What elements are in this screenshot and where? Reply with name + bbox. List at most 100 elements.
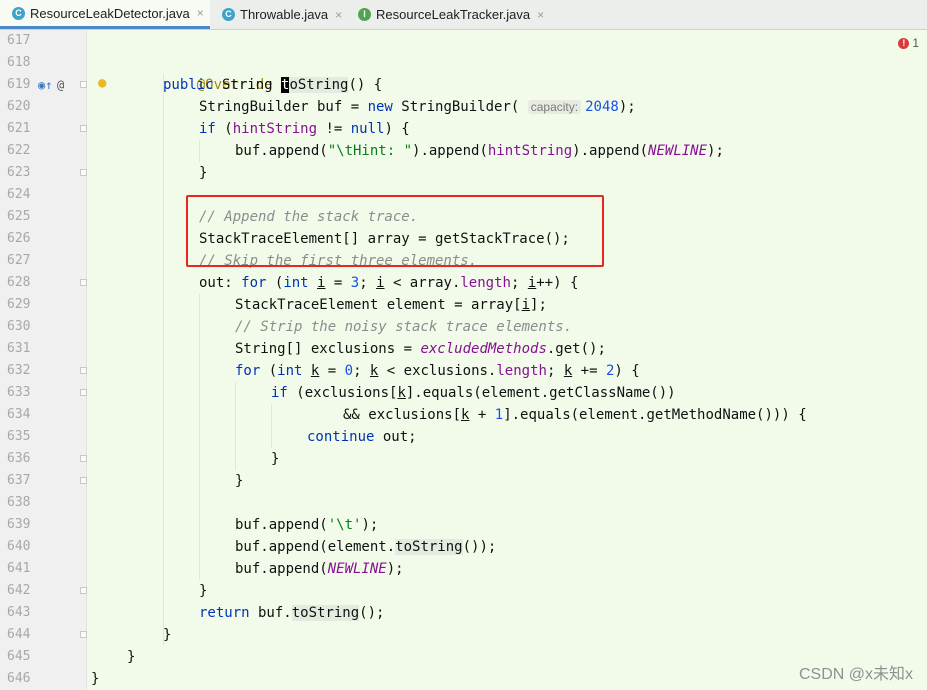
loop-variable: i bbox=[527, 275, 537, 291]
inspection-indicator[interactable]: ! 1 bbox=[898, 36, 919, 50]
method-usage: toString bbox=[291, 605, 360, 621]
code-text: buf.append(element. bbox=[235, 539, 396, 555]
code-text: = bbox=[319, 363, 345, 379]
code-text: } bbox=[91, 671, 100, 687]
line-number: 637 bbox=[7, 473, 31, 488]
fold-marker[interactable] bbox=[80, 477, 87, 484]
line-number: 645 bbox=[7, 649, 31, 664]
line-number: 628 bbox=[7, 275, 31, 290]
line-number: 646 bbox=[7, 671, 31, 686]
code-line-637[interactable]: } bbox=[235, 470, 243, 492]
static-field-ref: excludedMethods bbox=[420, 341, 547, 357]
indent-guide bbox=[235, 382, 236, 470]
code-line-640[interactable]: buf.append(element.toString()); bbox=[235, 536, 496, 558]
keyword: public bbox=[163, 77, 214, 93]
keyword: new bbox=[367, 99, 393, 115]
tab-resource-leak-detector[interactable]: C ResourceLeakDetector.java × bbox=[0, 0, 210, 29]
keyword: int bbox=[277, 363, 303, 379]
class-icon: C bbox=[12, 6, 25, 20]
line-number: 643 bbox=[7, 605, 31, 620]
code-line-641[interactable]: buf.append(NEWLINE); bbox=[235, 558, 404, 580]
code-text: (exclusions[ bbox=[287, 385, 398, 401]
line-number-gutter[interactable]: 617 618 619 620 621 622 623 624 625 626 … bbox=[0, 30, 106, 690]
tab-resource-leak-tracker[interactable]: I ResourceLeakTracker.java × bbox=[346, 0, 546, 29]
code-line-646[interactable]: } bbox=[91, 668, 99, 690]
code-line-622[interactable]: buf.append("\tHint: ").append(hintString… bbox=[235, 140, 724, 162]
fold-marker[interactable] bbox=[80, 587, 87, 594]
line-number: 622 bbox=[7, 143, 31, 158]
code-text: } bbox=[127, 649, 136, 665]
tab-label: ResourceLeakTracker.java bbox=[376, 7, 531, 22]
line-number: 621 bbox=[7, 121, 31, 136]
code-line-630[interactable]: // Strip the noisy stack trace elements. bbox=[235, 316, 572, 338]
code-line-628[interactable]: out: for (int i = 3; i < array.length; i… bbox=[199, 272, 578, 294]
code-line-643[interactable]: return buf.toString(); bbox=[199, 602, 384, 624]
fold-marker[interactable] bbox=[80, 81, 87, 88]
line-number: 625 bbox=[7, 209, 31, 224]
fold-marker[interactable] bbox=[80, 389, 87, 396]
code-text: out; bbox=[374, 429, 417, 445]
code-text: } bbox=[235, 473, 244, 489]
overrides-method-icon[interactable]: ◉↑ bbox=[38, 78, 52, 92]
code-text: ; bbox=[510, 275, 528, 291]
code-text: buf. bbox=[249, 605, 292, 621]
number-literal: 3 bbox=[350, 275, 360, 291]
parameter-hint: capacity: bbox=[527, 100, 582, 114]
keyword: for bbox=[235, 363, 261, 379]
method-name: oString bbox=[289, 77, 349, 93]
fold-marker[interactable] bbox=[80, 125, 87, 132]
code-text: ; bbox=[353, 363, 370, 379]
line-number: 641 bbox=[7, 561, 31, 576]
code-line-636[interactable]: } bbox=[271, 448, 279, 470]
line-number: 619 bbox=[7, 77, 31, 92]
code-text: } bbox=[199, 583, 208, 599]
code-line-635[interactable]: continue out; bbox=[307, 426, 417, 448]
code-line-619[interactable]: public String toString() { bbox=[163, 74, 382, 96]
code-line-634[interactable]: && exclusions[k + 1].equals(element.getM… bbox=[343, 404, 807, 426]
code-line-645[interactable]: } bbox=[127, 646, 135, 668]
code-text: } bbox=[271, 451, 280, 467]
code-text: ); bbox=[361, 517, 379, 533]
close-icon[interactable]: × bbox=[537, 8, 544, 22]
code-line-623[interactable]: } bbox=[199, 162, 207, 184]
loop-variable: k bbox=[397, 385, 406, 401]
line-number: 635 bbox=[7, 429, 31, 444]
code-line-620[interactable]: StringBuilder buf = new StringBuilder( c… bbox=[199, 96, 636, 118]
highlight-box bbox=[186, 195, 604, 267]
code-text: .get(); bbox=[546, 341, 606, 357]
annotation-icon[interactable]: @ bbox=[57, 78, 64, 92]
line-number: 627 bbox=[7, 253, 31, 268]
code-line-631[interactable]: String[] exclusions = excludedMethods.ge… bbox=[235, 338, 606, 360]
code-line-642[interactable]: } bbox=[199, 580, 207, 602]
code-line-621[interactable]: if (hintString != null) { bbox=[199, 118, 410, 140]
code-line-639[interactable]: buf.append('\t'); bbox=[235, 514, 378, 536]
code-line-644[interactable]: } bbox=[163, 624, 171, 646]
line-number: 630 bbox=[7, 319, 31, 334]
code-editor[interactable]: @Override public String toString() { Str… bbox=[87, 30, 927, 690]
error-count: 1 bbox=[912, 36, 919, 50]
line-number: 632 bbox=[7, 363, 31, 378]
fold-marker[interactable] bbox=[80, 631, 87, 638]
code-text: != bbox=[317, 121, 351, 137]
code-text: ()); bbox=[462, 539, 497, 555]
loop-variable: i bbox=[376, 275, 385, 291]
class-icon: C bbox=[222, 8, 235, 21]
code-text: ); bbox=[707, 143, 724, 159]
fold-marker[interactable] bbox=[80, 279, 87, 286]
close-icon[interactable]: × bbox=[335, 8, 342, 22]
code-line-633[interactable]: if (exclusions[k].equals(element.getClas… bbox=[271, 382, 676, 404]
fold-marker[interactable] bbox=[80, 455, 87, 462]
code-text: ) { bbox=[384, 121, 410, 137]
code-text: ) { bbox=[614, 363, 640, 379]
fold-marker[interactable] bbox=[80, 367, 87, 374]
fold-marker[interactable] bbox=[80, 169, 87, 176]
tab-throwable[interactable]: C Throwable.java × bbox=[210, 0, 346, 29]
code-text: < exclusions. bbox=[378, 363, 497, 379]
code-text: ]; bbox=[530, 297, 547, 313]
code-line-629[interactable]: StackTraceElement element = array[i]; bbox=[235, 294, 547, 316]
code-line-618[interactable]: @Override bbox=[163, 52, 273, 93]
indent-guide bbox=[199, 140, 200, 162]
close-icon[interactable]: × bbox=[197, 6, 204, 20]
code-line-632[interactable]: for (int k = 0; k < exclusions.length; k… bbox=[235, 360, 640, 382]
line-number: 640 bbox=[7, 539, 31, 554]
